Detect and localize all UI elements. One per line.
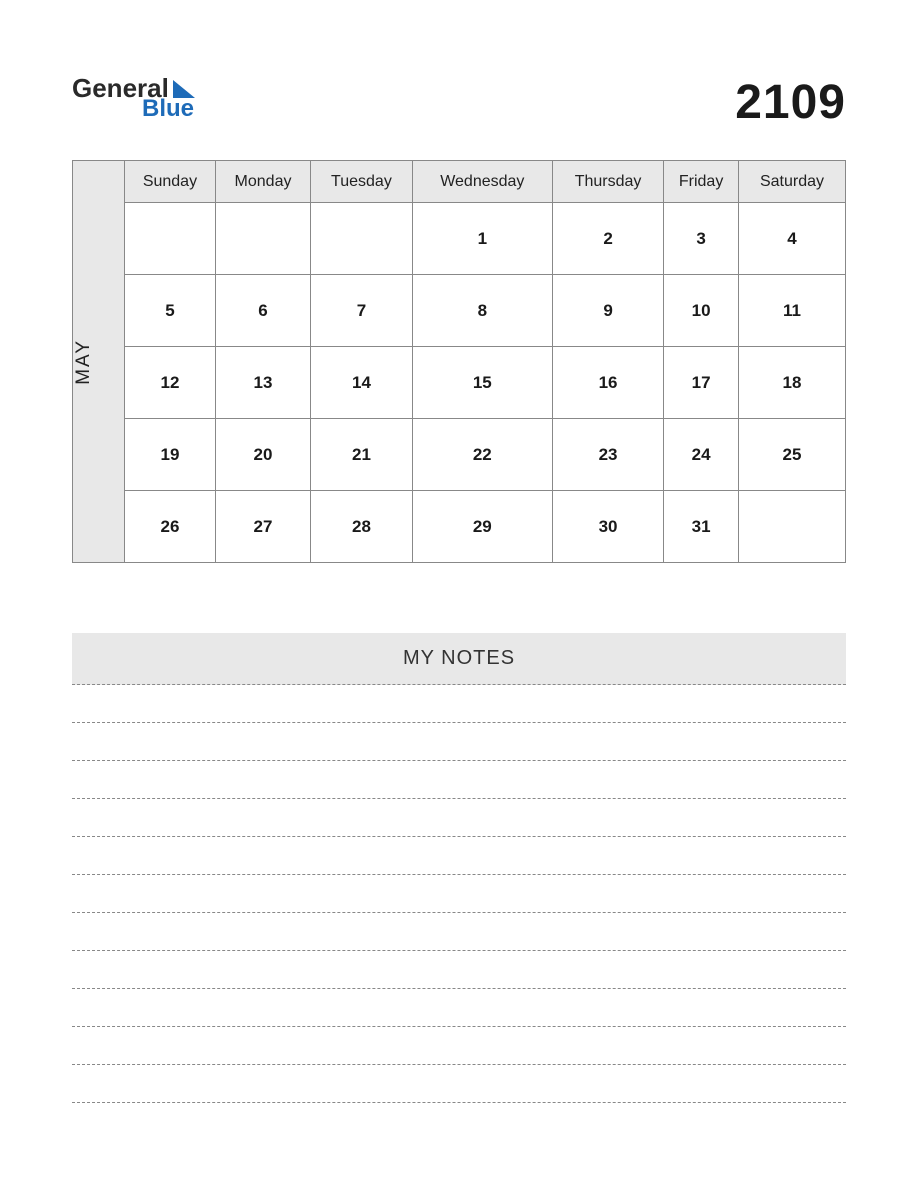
day-cell (311, 203, 413, 275)
day-cell: 14 (311, 347, 413, 419)
day-cell: 21 (311, 419, 413, 491)
day-cell: 16 (552, 347, 663, 419)
day-cell: 7 (311, 275, 413, 347)
day-cell: 15 (412, 347, 552, 419)
day-cell: 12 (125, 347, 216, 419)
note-line (72, 799, 846, 837)
day-cell: 4 (738, 203, 845, 275)
day-header-wednesday: Wednesday (412, 161, 552, 203)
day-cell: 19 (125, 419, 216, 491)
calendar-week-row: 26 27 28 29 30 31 (73, 491, 846, 563)
day-cell: 18 (738, 347, 845, 419)
day-header-friday: Friday (664, 161, 739, 203)
note-line (72, 989, 846, 1027)
day-cell (215, 203, 310, 275)
day-cell: 25 (738, 419, 845, 491)
day-cell: 24 (664, 419, 739, 491)
day-cell: 27 (215, 491, 310, 563)
day-cell: 22 (412, 419, 552, 491)
notes-title: MY NOTES (72, 633, 846, 685)
note-line (72, 951, 846, 989)
note-line (72, 913, 846, 951)
notes-section: MY NOTES (72, 633, 846, 1103)
month-label-cell: MAY (73, 161, 125, 563)
note-line (72, 761, 846, 799)
note-line (72, 1065, 846, 1103)
day-cell: 1 (412, 203, 552, 275)
day-header-tuesday: Tuesday (311, 161, 413, 203)
day-cell: 2 (552, 203, 663, 275)
day-cell: 17 (664, 347, 739, 419)
day-cell: 5 (125, 275, 216, 347)
day-cell: 30 (552, 491, 663, 563)
day-cell: 28 (311, 491, 413, 563)
day-header-sunday: Sunday (125, 161, 216, 203)
note-line (72, 723, 846, 761)
calendar-header-row: MAY Sunday Monday Tuesday Wednesday Thur… (73, 161, 846, 203)
calendar-week-row: 19 20 21 22 23 24 25 (73, 419, 846, 491)
calendar-table: MAY Sunday Monday Tuesday Wednesday Thur… (72, 160, 846, 563)
day-cell: 31 (664, 491, 739, 563)
day-cell: 20 (215, 419, 310, 491)
logo-word-blue: Blue (142, 97, 195, 121)
day-cell: 23 (552, 419, 663, 491)
calendar-week-row: 12 13 14 15 16 17 18 (73, 347, 846, 419)
day-cell: 6 (215, 275, 310, 347)
day-cell: 13 (215, 347, 310, 419)
day-cell: 26 (125, 491, 216, 563)
note-line (72, 1027, 846, 1065)
day-cell: 11 (738, 275, 845, 347)
day-cell: 9 (552, 275, 663, 347)
day-header-saturday: Saturday (738, 161, 845, 203)
day-cell (125, 203, 216, 275)
day-header-thursday: Thursday (552, 161, 663, 203)
note-line (72, 875, 846, 913)
header: General Blue 2109 (72, 75, 846, 130)
day-cell (738, 491, 845, 563)
day-cell: 3 (664, 203, 739, 275)
logo: General Blue (72, 75, 195, 121)
calendar-week-row: 1 2 3 4 (73, 203, 846, 275)
day-cell: 8 (412, 275, 552, 347)
note-lines-container (72, 685, 846, 1103)
note-line (72, 685, 846, 723)
day-header-monday: Monday (215, 161, 310, 203)
month-label: MAY (73, 339, 95, 385)
day-cell: 29 (412, 491, 552, 563)
day-cell: 10 (664, 275, 739, 347)
year-label: 2109 (735, 75, 846, 130)
note-line (72, 837, 846, 875)
calendar-week-row: 5 6 7 8 9 10 11 (73, 275, 846, 347)
